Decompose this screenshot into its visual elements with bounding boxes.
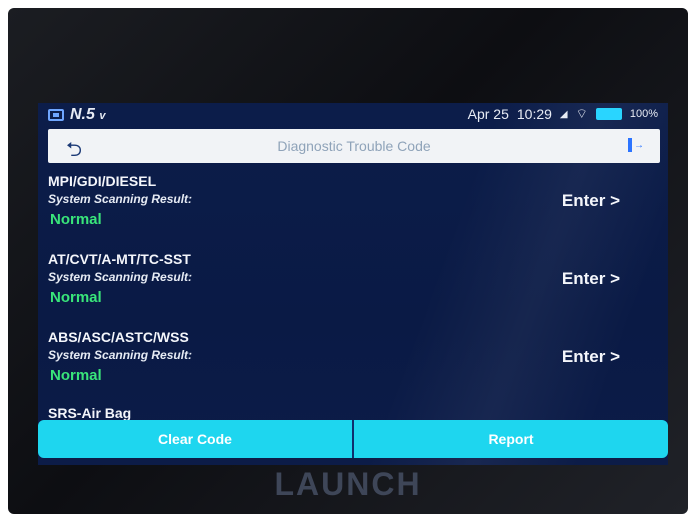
enter-button[interactable]: Enter > [562, 269, 620, 289]
status-badge: Normal [50, 289, 102, 306]
exit-icon-bar [628, 138, 632, 152]
battery-percent: 100% [629, 108, 658, 120]
clear-code-button[interactable]: Clear Code [38, 420, 354, 458]
signal-icon: ◢ [559, 108, 568, 120]
status-bar: N.5 v Apr 25 10:29 ◢ ⌔ 100% [38, 103, 668, 127]
system-name: ABS/ASC/ASTC/WSS [48, 329, 189, 345]
scanner-screen: N.5 v Apr 25 10:29 ◢ ⌔ 100% ⮌ Diagnostic… [38, 103, 668, 465]
battery-icon [595, 108, 622, 120]
enter-button[interactable]: Enter > [562, 191, 620, 211]
brand-logo: LAUNCH [274, 466, 422, 502]
status-badge: Normal [50, 367, 102, 384]
voltage-value: N.5 [70, 106, 95, 123]
list-item: MPI/GDI/DIESEL System Scanning Result: N… [38, 165, 668, 243]
title-bar: ⮌ Diagnostic Trouble Code → [48, 129, 660, 163]
status-date: Apr 25 [467, 106, 509, 122]
exit-icon-arrow: → [634, 140, 644, 151]
report-button[interactable]: Report [354, 420, 668, 458]
voltage-readout: N.5 v [70, 106, 105, 124]
voltage-unit: v [99, 110, 106, 122]
status-badge: Normal [50, 211, 102, 228]
list-item: ABS/ASC/ASTC/WSS System Scanning Result:… [38, 321, 668, 399]
system-name: MPI/GDI/DIESEL [48, 173, 157, 189]
wifi-icon: ⌔ [575, 106, 588, 121]
vci-connection-icon [48, 109, 64, 121]
system-list: MPI/GDI/DIESEL System Scanning Result: N… [38, 165, 668, 429]
scan-result-label: System Scanning Result: [48, 192, 193, 206]
scan-result-label: System Scanning Result: [48, 348, 193, 362]
system-name: AT/CVT/A-MT/TC-SST [48, 251, 191, 267]
scanner-device: N.5 v Apr 25 10:29 ◢ ⌔ 100% ⮌ Diagnostic… [8, 8, 688, 514]
enter-button[interactable]: Enter > [562, 347, 620, 367]
page-title: Diagnostic Trouble Code [277, 138, 431, 154]
list-item: AT/CVT/A-MT/TC-SST System Scanning Resul… [38, 243, 668, 321]
exit-icon[interactable]: → [628, 138, 644, 152]
status-time: 10:29 [516, 106, 552, 122]
action-bar: Clear Code Report [38, 420, 668, 460]
system-name: SRS-Air Bag [48, 405, 132, 421]
status-bar-right: Apr 25 10:29 ◢ ⌔ 100% [468, 106, 658, 122]
status-bar-left: N.5 v [48, 106, 105, 124]
scan-result-label: System Scanning Result: [48, 270, 193, 284]
